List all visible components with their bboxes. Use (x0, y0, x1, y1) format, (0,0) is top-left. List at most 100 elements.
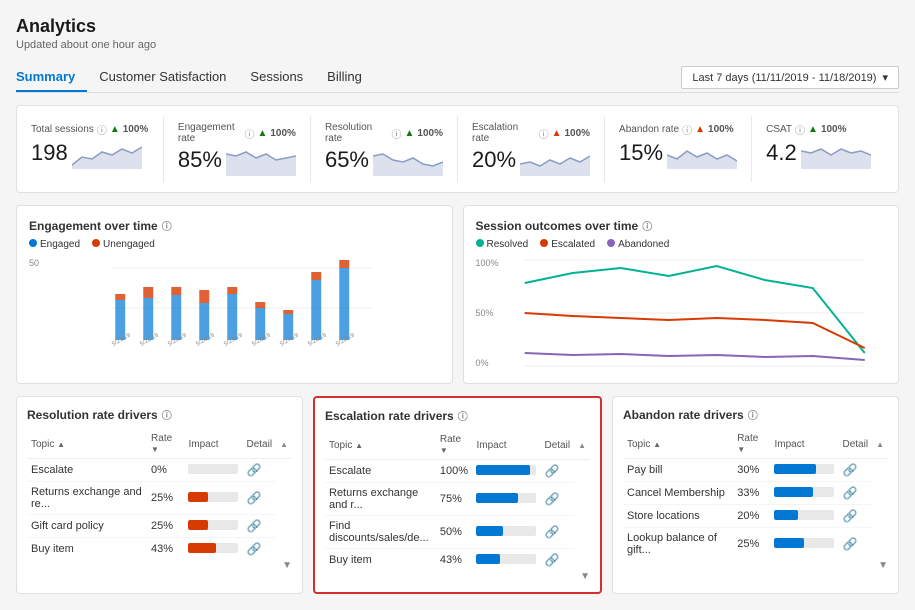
table-row: Returns exchange and r... 75% 🔗 (325, 483, 590, 516)
info-icon[interactable]: ⓘ (642, 218, 652, 233)
engagement-bar-chart: 5/21/19 5/22/19 5/23/19 5/24/19 5/25/19 … (43, 258, 439, 348)
sort-icon[interactable]: ▲ (355, 441, 363, 450)
col-detail: Detail (540, 431, 574, 460)
info-icon[interactable]: ⓘ (748, 407, 758, 422)
sparkline-resolution (373, 144, 443, 176)
y-axis-line: 100% 50% 0% (476, 258, 499, 368)
sort-icon[interactable]: ▼ (151, 445, 159, 454)
line-chart-area: 100% 50% 0% (476, 258, 887, 371)
info-icon[interactable]: ⓘ (539, 126, 549, 141)
scroll-down-indicator[interactable]: ▼ (325, 571, 590, 582)
trend-arrow: ▲ (695, 124, 705, 135)
col-topic: Topic ▲ (27, 430, 147, 459)
scroll-down-indicator[interactable]: ▼ (623, 560, 888, 571)
abandon-drivers-table: Topic ▲ Rate ▼ Impact Detail ▲ Pay bill … (623, 430, 888, 560)
sparkline-csat (801, 137, 871, 169)
trend-arrow: ▲ (808, 124, 818, 135)
detail-link-icon[interactable]: 🔗 (246, 491, 261, 505)
session-outcomes-line-chart: 5/21/19 5/22/19 5/23/19 5/24/19 5/25/19 … (503, 258, 886, 368)
resolution-drivers-panel: Resolution rate drivers ⓘ Topic ▲ Rate ▼… (16, 396, 303, 594)
sort-icon[interactable]: ▼ (737, 445, 745, 454)
col-detail: Detail (242, 430, 276, 459)
table-row: Buy item 43% 🔗 (27, 538, 292, 561)
sort-icon[interactable]: ▲ (653, 440, 661, 449)
info-icon[interactable]: ⓘ (244, 126, 254, 141)
col-impact: Impact (770, 430, 838, 459)
engagement-legend: Engaged Unengaged (29, 239, 440, 250)
resolution-drivers-title: Resolution rate drivers ⓘ (27, 407, 292, 422)
y-axis: 50 (29, 258, 39, 338)
abandon-drivers-panel: Abandon rate drivers ⓘ Topic ▲ Rate ▼ Im… (612, 396, 899, 594)
tab-sessions[interactable]: Sessions (238, 63, 315, 92)
date-range-picker[interactable]: Last 7 days (11/11/2019 - 11/18/2019) ▾ (681, 66, 899, 89)
sparkline-engagement (226, 144, 296, 176)
info-icon[interactable]: ⓘ (162, 407, 172, 422)
page-subtitle: Updated about one hour ago (16, 39, 899, 51)
bar-chart-area: 50 (29, 258, 440, 351)
table-row: Escalate 0% 🔗 (27, 459, 292, 482)
metric-csat: CSAT ⓘ ▲ 100% 4.2 (752, 116, 898, 182)
session-outcomes-legend: Resolved Escalated Abandoned (476, 239, 887, 250)
info-icon[interactable]: ⓘ (682, 122, 692, 137)
tab-summary[interactable]: Summary (16, 63, 87, 92)
detail-link-icon[interactable]: 🔗 (246, 542, 261, 556)
col-detail: Detail (838, 430, 872, 459)
chevron-down-icon: ▾ (882, 71, 888, 84)
escalation-drivers-panel: Escalation rate drivers ⓘ Topic ▲ Rate ▼… (313, 396, 602, 594)
tab-billing[interactable]: Billing (315, 63, 374, 92)
analytics-page: Analytics Updated about one hour ago Sum… (0, 0, 915, 610)
info-icon[interactable]: ⓘ (458, 408, 468, 423)
detail-link-icon[interactable]: 🔗 (842, 463, 857, 477)
detail-link-icon[interactable]: 🔗 (842, 537, 857, 551)
col-scroll: ▲ (276, 430, 292, 459)
col-topic: Topic ▲ (325, 431, 436, 460)
col-rate: Rate ▼ (147, 430, 184, 459)
abandon-drivers-title: Abandon rate drivers ⓘ (623, 407, 888, 422)
info-icon[interactable]: ⓘ (392, 126, 402, 141)
engagement-chart-title: Engagement over time ⓘ (29, 218, 440, 233)
detail-link-icon[interactable]: 🔗 (544, 553, 559, 567)
page-title: Analytics (16, 16, 899, 37)
col-impact: Impact (472, 431, 540, 460)
detail-link-icon[interactable]: 🔗 (544, 525, 559, 539)
tab-customer-satisfaction[interactable]: Customer Satisfaction (87, 63, 238, 92)
trend-arrow: ▲ (405, 128, 415, 139)
metric-abandon-rate: Abandon rate ⓘ ▲ 100% 15% (605, 116, 752, 182)
col-topic: Topic ▲ (623, 430, 733, 459)
sort-icon[interactable]: ▲ (57, 440, 65, 449)
detail-link-icon[interactable]: 🔗 (246, 519, 261, 533)
scroll-down-indicator[interactable]: ▼ (27, 560, 292, 571)
escalation-drivers-title: Escalation rate drivers ⓘ (325, 408, 590, 423)
table-row: Find discounts/sales/de... 50% 🔗 (325, 516, 590, 549)
detail-link-icon[interactable]: 🔗 (544, 492, 559, 506)
charts-row: Engagement over time ⓘ Engaged Unengaged… (16, 205, 899, 384)
sparkline-escalation (520, 144, 590, 176)
detail-link-icon[interactable]: 🔗 (842, 509, 857, 523)
info-icon[interactable]: ⓘ (162, 218, 172, 233)
detail-link-icon[interactable]: 🔗 (246, 463, 261, 477)
table-row: Buy item 43% 🔗 (325, 549, 590, 572)
info-icon[interactable]: ⓘ (795, 122, 805, 137)
metric-total-sessions: Total sessions ⓘ ▲ 100% 198 (17, 116, 164, 182)
metrics-row: Total sessions ⓘ ▲ 100% 198 Engagement r… (16, 105, 899, 193)
col-rate: Rate ▼ (436, 431, 473, 460)
session-outcomes-chart-panel: Session outcomes over time ⓘ Resolved Es… (463, 205, 900, 384)
sparkline-abandon (667, 137, 737, 169)
engagement-chart-panel: Engagement over time ⓘ Engaged Unengaged… (16, 205, 453, 384)
table-row: Gift card policy 25% 🔗 (27, 515, 292, 538)
session-outcomes-chart-title: Session outcomes over time ⓘ (476, 218, 887, 233)
table-row: Escalate 100% 🔗 (325, 460, 590, 483)
col-rate: Rate ▼ (733, 430, 770, 459)
sort-icon[interactable]: ▼ (440, 446, 448, 455)
info-icon[interactable]: ⓘ (97, 122, 107, 137)
table-row: Pay bill 30% 🔗 (623, 459, 888, 482)
tables-row: Resolution rate drivers ⓘ Topic ▲ Rate ▼… (16, 396, 899, 594)
table-row: Returns exchange and re... 25% 🔗 (27, 482, 292, 515)
detail-link-icon[interactable]: 🔗 (842, 486, 857, 500)
nav-tabs: Summary Customer Satisfaction Sessions B… (16, 63, 899, 93)
table-row: Cancel Membership 33% 🔗 (623, 482, 888, 505)
trend-arrow: ▲ (552, 128, 562, 139)
detail-link-icon[interactable]: 🔗 (544, 464, 559, 478)
resolution-drivers-table: Topic ▲ Rate ▼ Impact Detail ▲ Escalate … (27, 430, 292, 560)
col-scroll: ▲ (574, 431, 590, 460)
